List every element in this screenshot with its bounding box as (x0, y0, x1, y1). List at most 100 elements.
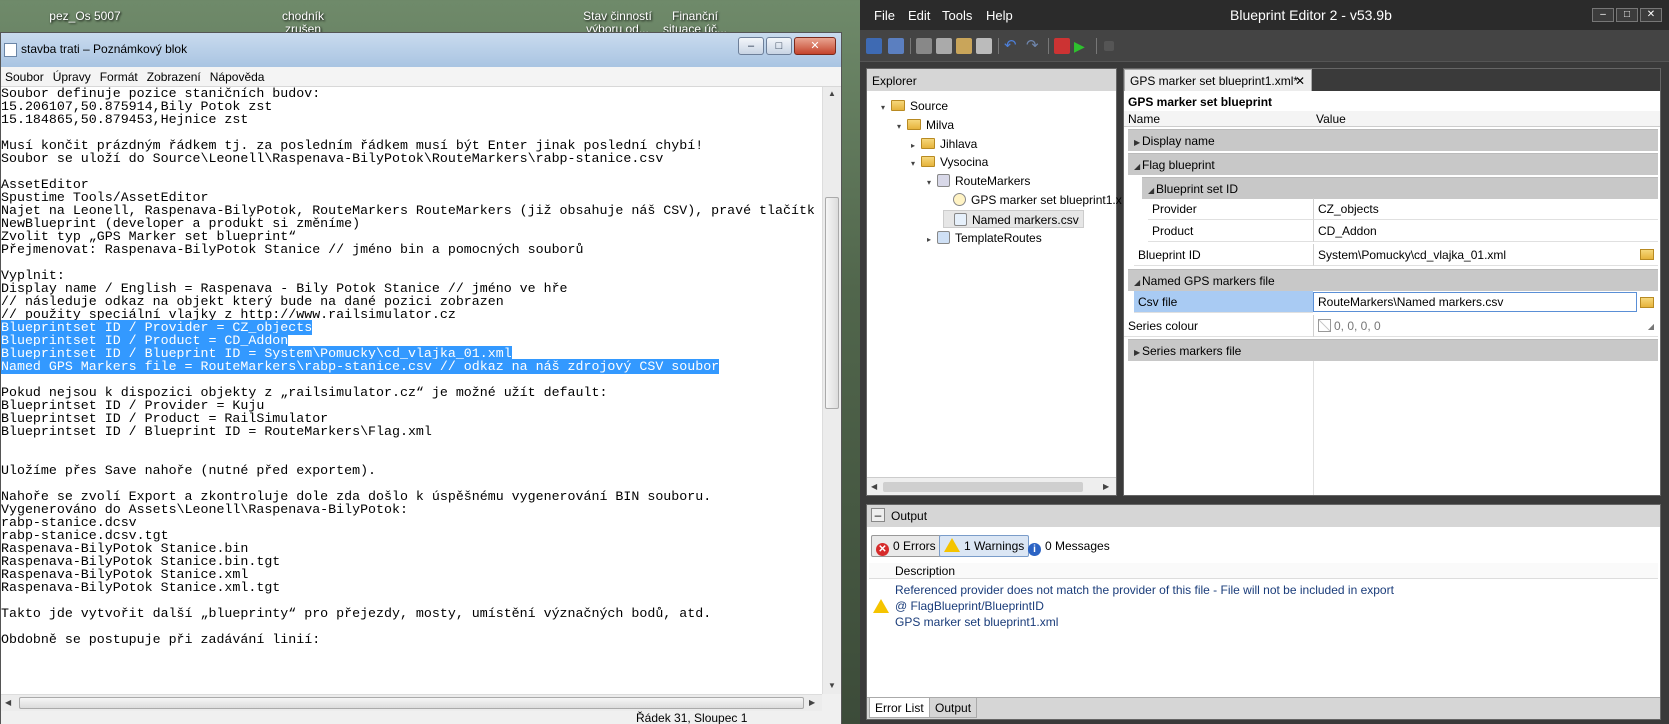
property-column-header: Name Value (1124, 111, 1660, 127)
scroll-up-icon[interactable]: ▲ (828, 89, 836, 98)
description-column-header: Description (869, 563, 1658, 579)
tree-item-routemarkers[interactable]: ▾ RouteMarkers (927, 172, 1030, 190)
warnings-label: 1 Warnings (964, 539, 1025, 553)
undo-icon[interactable]: ↶ (1004, 38, 1020, 54)
cut-icon[interactable] (916, 38, 932, 54)
expand-toggle-icon[interactable]: ▾ (881, 99, 891, 117)
property-csv-file-name: Csv file (1134, 291, 1313, 313)
save-all-icon[interactable] (888, 38, 904, 54)
tree-item-named-markers-csv[interactable]: Named markers.csv (943, 209, 1084, 228)
warnings-filter-button[interactable]: 1 Warnings (939, 535, 1030, 557)
copy-icon[interactable] (936, 38, 952, 54)
collapse-icon: ◢ (1134, 162, 1141, 171)
minimize-button[interactable]: – (738, 37, 764, 55)
menu-edit[interactable]: Edit (908, 8, 930, 23)
maximize-button[interactable]: □ (766, 37, 792, 55)
property-product-value[interactable]: CD_Addon (1313, 220, 1658, 242)
delete-icon[interactable] (976, 38, 992, 54)
notepad-titlebar[interactable]: stavba trati – Poznámkový blok – □ ✕ (1, 33, 841, 67)
column-name: Name (1128, 112, 1161, 126)
error-list-entry[interactable]: Referenced provider does not match the p… (871, 583, 1651, 631)
close-button[interactable]: ✕ (1640, 8, 1662, 22)
notepad-menubar: Soubor Úpravy Formát Zobrazení Nápověda (1, 67, 841, 87)
error-icon: ✕ (876, 543, 889, 556)
category-display-name[interactable]: ▶ Display name (1128, 129, 1658, 151)
menu-help[interactable]: Help (986, 8, 1013, 23)
menu-file[interactable]: File (874, 8, 895, 23)
expand-icon: ▶ (1134, 348, 1141, 357)
horizontal-scrollbar[interactable]: ◀ ▶ (1, 694, 822, 711)
editor-titlebar[interactable]: File Edit Tools Help Blueprint Editor 2 … (860, 0, 1669, 30)
category-label: Series markers file (1142, 344, 1242, 358)
folder-icon (921, 137, 935, 149)
menu-upravy[interactable]: Úpravy (49, 67, 96, 84)
paste-icon[interactable] (956, 38, 972, 54)
menu-tools[interactable]: Tools (942, 8, 972, 23)
stop-icon[interactable] (1104, 41, 1114, 51)
property-product-name: Product (1148, 220, 1313, 242)
scroll-right-icon[interactable]: ▶ (809, 698, 815, 707)
scroll-thumb[interactable] (825, 197, 839, 409)
tab-output[interactable]: Output (929, 698, 978, 718)
property-csv-file-input[interactable]: RouteMarkers\Named markers.csv (1313, 292, 1637, 312)
browse-folder-icon[interactable] (1640, 297, 1654, 308)
scroll-thumb[interactable] (19, 697, 804, 709)
menu-format[interactable]: Formát (96, 67, 143, 84)
scroll-left-icon[interactable]: ◀ (871, 482, 877, 491)
run-icon[interactable]: ▶ (1074, 38, 1090, 54)
tab-close-icon[interactable]: ✕ (1295, 74, 1305, 88)
browse-folder-icon[interactable] (1640, 249, 1654, 260)
tree-item-label: Named markers.csv (972, 212, 1079, 227)
scroll-down-icon[interactable]: ▼ (828, 681, 836, 690)
vertical-scrollbar[interactable]: ▲ ▼ (822, 87, 841, 694)
folder-icon (891, 100, 905, 111)
tree-item-jihlava[interactable]: ▸ Jihlava (911, 135, 977, 153)
tree-item-milva[interactable]: ▾ Milva (897, 116, 954, 134)
close-button[interactable]: ✕ (794, 37, 836, 55)
dropdown-icon[interactable]: ◢ (1648, 316, 1654, 338)
horizontal-scrollbar[interactable]: ◀ ▶ (867, 477, 1116, 495)
expand-toggle-icon[interactable]: ▾ (897, 118, 907, 136)
menu-napoveda[interactable]: Nápověda (206, 67, 270, 84)
menu-zobrazeni[interactable]: Zobrazení (143, 67, 206, 84)
tab-error-list[interactable]: Error List (869, 698, 930, 718)
explorer-header: Explorer (867, 69, 1116, 91)
menu-soubor[interactable]: Soubor (1, 67, 49, 84)
description-header-label: Description (895, 564, 956, 578)
editor-title: Blueprint Editor 2 - v53.9b (1230, 7, 1392, 23)
export-icon[interactable] (1054, 38, 1070, 54)
tree-item-vysocina[interactable]: ▾ Vysocina (911, 153, 988, 171)
category-named-gps-markers[interactable]: ◢ Named GPS markers file (1128, 269, 1658, 291)
column-divider (1313, 361, 1314, 495)
maximize-button[interactable]: □ (1616, 8, 1638, 22)
scroll-thumb[interactable] (883, 482, 1083, 492)
errors-filter-button[interactable]: ✕ 0 Errors (871, 535, 941, 557)
text-line: Raspenava-BilyPotok Stanice.xml.tgt (1, 581, 822, 594)
text-line (1, 256, 822, 269)
tree-item-gps-marker-set-blueprint1-x[interactable]: GPS marker set blueprint1.x (943, 191, 1122, 209)
document-tab[interactable]: GPS marker set blueprint1.xml* ✕ (1124, 69, 1312, 91)
save-icon[interactable] (866, 38, 882, 54)
category-blueprint-set-id[interactable]: ◢ Blueprint set ID (1142, 177, 1658, 199)
messages-filter-button[interactable]: i 0 Messages (1023, 535, 1115, 557)
category-flag-blueprint[interactable]: ◢ Flag blueprint (1128, 153, 1658, 175)
property-blueprint-id-value[interactable]: System\Pomucky\cd_vlajka_01.xml (1313, 244, 1658, 266)
redo-icon[interactable]: ↷ (1026, 38, 1042, 54)
expand-toggle-icon[interactable]: ▸ (911, 137, 921, 155)
editor-toolbar: ↶ ↷ ▶ (860, 30, 1669, 62)
tree-item-source[interactable]: ▾ Source (881, 97, 948, 115)
property-provider-value[interactable]: CZ_objects (1313, 198, 1658, 220)
scroll-right-icon[interactable]: ▶ (1103, 482, 1109, 491)
category-series-markers[interactable]: ▶ Series markers file (1128, 339, 1658, 361)
notepad-text-area[interactable]: Soubor definuje pozice staničních budov:… (1, 87, 822, 694)
desktop-icon-label: pez_Os 5007 (49, 9, 121, 23)
tree-item-templateroutes[interactable]: ▸ TemplateRoutes (927, 229, 1042, 247)
minimize-button[interactable]: – (1592, 8, 1614, 22)
scroll-left-icon[interactable]: ◀ (5, 698, 11, 707)
expand-toggle-icon[interactable]: ▾ (911, 155, 921, 173)
expand-toggle-icon[interactable]: ▸ (927, 231, 937, 249)
line-text: Soubor se uloží do Source\Leonell\Raspen… (1, 151, 664, 166)
collapse-output-button[interactable]: – (871, 508, 885, 522)
property-series-colour-value[interactable]: 0, 0, 0, 0 ◢ (1313, 315, 1658, 337)
expand-toggle-icon[interactable]: ▾ (927, 174, 937, 192)
